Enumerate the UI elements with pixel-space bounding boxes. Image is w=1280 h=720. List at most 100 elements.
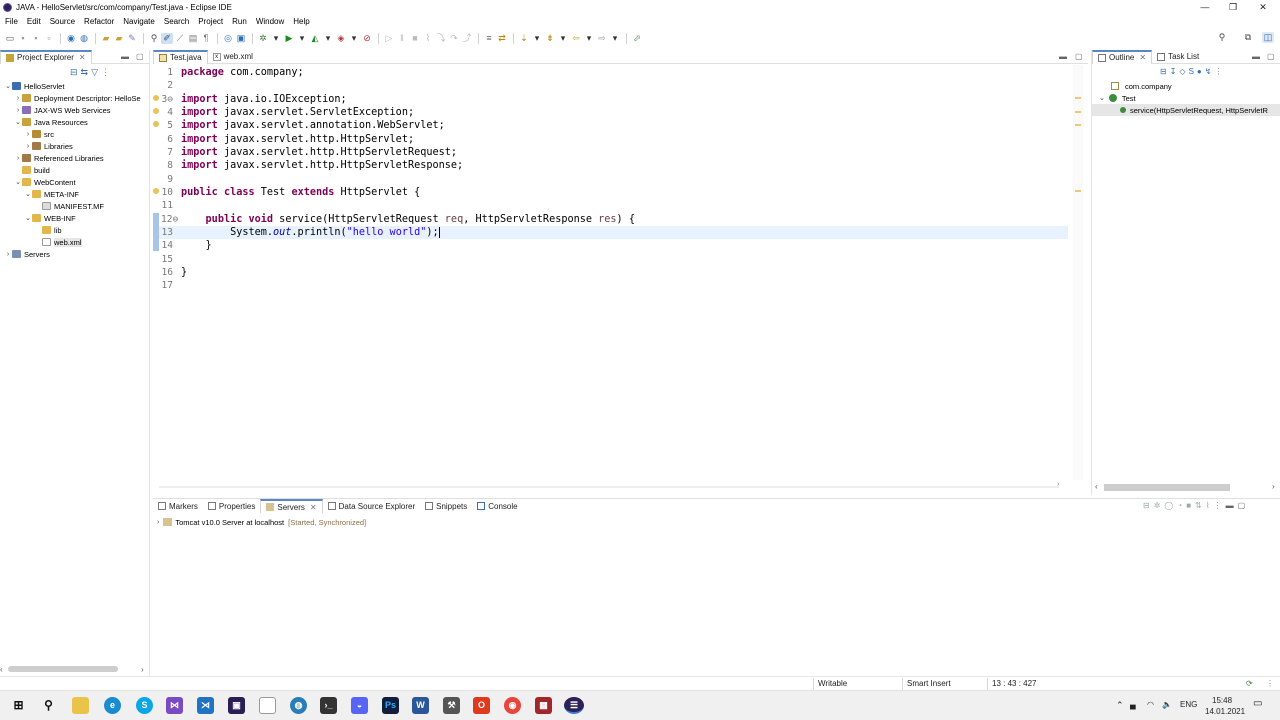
maximize-button[interactable]: ❐ [1218, 0, 1248, 15]
tab-snippets[interactable]: Snippets [420, 499, 472, 513]
menu-project[interactable]: Project [198, 17, 223, 26]
start-server-icon[interactable]: ◯ [1164, 501, 1177, 510]
menu-help[interactable]: Help [293, 17, 309, 26]
open-task-icon[interactable]: ✎ [126, 33, 138, 44]
skype-icon[interactable]: S [136, 697, 153, 714]
minimize-button[interactable]: — [1190, 0, 1220, 15]
stop-server-icon[interactable]: ■ [1186, 501, 1195, 510]
code-editor[interactable]: 1 package com.company; 2 3⊖ import java.io… [153, 65, 1073, 480]
perspective-icon[interactable]: ⧉ [1242, 32, 1254, 43]
tree-item[interactable]: ⌄ HelloServlet [0, 80, 150, 92]
warning-mark[interactable] [1075, 124, 1081, 126]
suspend-icon[interactable]: ‖ [396, 33, 408, 44]
chrome-icon[interactable]: ◉ [504, 697, 521, 714]
scroll-left-icon[interactable]: ‹ [1095, 482, 1098, 491]
warning-marker-icon[interactable] [153, 108, 159, 114]
external-tools-icon[interactable]: ◈ [335, 33, 347, 44]
save-all-icon[interactable]: ▪ [30, 33, 42, 44]
tree-item[interactable]: ⌄ META-INF [0, 188, 150, 200]
link-editor-icon[interactable]: ⇆ [81, 67, 92, 77]
scroll-left-icon[interactable]: ‹ [0, 665, 3, 674]
scroll-right-icon[interactable]: › [1057, 481, 1059, 488]
tab-web-xml[interactable]: x web.xml [208, 50, 258, 64]
new-server-icon[interactable]: ◉ [65, 33, 77, 44]
tree-item[interactable]: › Servers [0, 248, 150, 260]
notepad-icon[interactable] [259, 697, 276, 714]
chevron-down-icon[interactable]: ⌄ [4, 82, 12, 90]
search-icon[interactable]: ⚲ [1216, 32, 1228, 43]
menu-run[interactable]: Run [232, 17, 247, 26]
tree-item[interactable]: › JAX-WS Web Services [0, 104, 150, 116]
volume-icon[interactable]: 🔈 [1162, 700, 1172, 709]
publish-icon[interactable]: ⇅ [1195, 501, 1206, 510]
windows-start-icon[interactable]: ⊞ [10, 697, 27, 714]
block-select-icon[interactable]: ⟋ [174, 33, 186, 44]
step-into-icon[interactable]: ⤵ [435, 33, 447, 44]
tab-console[interactable]: Console [472, 499, 522, 513]
chevron-right-icon[interactable]: › [14, 107, 22, 114]
notifications-icon[interactable]: ▭ [1253, 698, 1262, 709]
chevron-right-icon[interactable]: › [24, 131, 32, 138]
dropdown-icon[interactable]: ▾ [531, 33, 543, 44]
office-icon[interactable]: O [473, 697, 490, 714]
word-icon[interactable]: W [412, 697, 429, 714]
terminate-icon[interactable]: ■ [409, 33, 421, 44]
new-icon[interactable]: ▭ [4, 33, 16, 44]
pin-editor-icon[interactable]: ⇣ [518, 33, 530, 44]
open-folder-icon[interactable]: ▰ [113, 33, 125, 44]
server-row[interactable]: › Tomcat v10.0 Server at localhost [Star… [157, 516, 366, 528]
warning-marker-icon[interactable] [153, 95, 159, 101]
show-whitespace-icon[interactable]: ¶ [200, 33, 212, 44]
toggle-highlight-icon[interactable]: ✐ [161, 32, 173, 44]
tab-servers[interactable]: Servers ✕ [260, 499, 323, 513]
coverage-icon[interactable]: ◭ [309, 33, 321, 44]
chevron-down-icon[interactable]: ⌄ [24, 214, 32, 222]
tree-item[interactable]: › src [0, 128, 150, 140]
dropdown-icon[interactable]: ▾ [322, 33, 334, 44]
collapse-icon[interactable]: ⊟ [1143, 501, 1154, 510]
network-app-icon[interactable]: ◍ [290, 697, 307, 714]
hide-local-icon[interactable]: ↯ [1205, 67, 1215, 76]
deploy-icon[interactable]: ▣ [235, 33, 247, 44]
tab-properties[interactable]: Properties [203, 499, 260, 513]
chevron-down-icon[interactable]: ⌄ [14, 178, 22, 186]
next-annotation-icon[interactable]: ≡ [483, 33, 495, 44]
step-over-icon[interactable]: ↷ [448, 33, 460, 44]
chevron-right-icon[interactable]: › [14, 155, 22, 162]
editor-horizontal-scrollbar[interactable] [159, 486, 1059, 488]
save-icon[interactable]: ▪ [17, 33, 29, 44]
minimize-view-icon[interactable]: ▬ [1226, 501, 1238, 510]
menu-source[interactable]: Source [50, 17, 75, 26]
tree-item[interactable]: › Deployment Descriptor: HelloSe [0, 92, 150, 104]
menu-window[interactable]: Window [256, 17, 284, 26]
close-button[interactable]: ✕ [1248, 0, 1278, 15]
tree-item[interactable]: web.xml [0, 236, 150, 248]
discord-icon[interactable]: ◒ [351, 697, 368, 714]
outline-item[interactable]: ⌄ Test [1092, 92, 1280, 104]
close-icon[interactable]: ✕ [1139, 53, 1146, 62]
chevron-down-icon[interactable]: ⌄ [14, 118, 22, 126]
forward-icon[interactable]: ⇨ [596, 33, 608, 44]
chevron-right-icon[interactable]: › [14, 95, 22, 102]
dropdown-icon[interactable]: ▾ [557, 33, 569, 44]
chevron-down-icon[interactable]: ⌄ [1099, 94, 1105, 102]
photoshop-icon[interactable]: Ps [382, 697, 399, 714]
menu-refactor[interactable]: Refactor [84, 17, 114, 26]
outline-item[interactable]: com.company [1092, 80, 1280, 92]
view-menu-icon[interactable]: ⋮ [1214, 501, 1226, 510]
disconnect-icon[interactable]: ⌇ [422, 33, 434, 44]
tree-item[interactable]: ⌄ WEB-INF [0, 212, 150, 224]
wifi-icon[interactable]: ◠ [1147, 700, 1154, 709]
warning-mark[interactable] [1075, 190, 1081, 192]
sort-icon[interactable]: ↧ [1170, 67, 1180, 76]
menu-search[interactable]: Search [164, 17, 189, 26]
word-wrap-icon[interactable]: ▤ [187, 33, 199, 44]
disconnect-icon[interactable]: ⌇ [1206, 501, 1214, 510]
tree-item[interactable]: lib [0, 224, 150, 236]
tab-data-source-explorer[interactable]: Data Source Explorer [323, 499, 420, 513]
debug-server-icon[interactable]: ✲ [1154, 501, 1165, 510]
minimize-view-icon[interactable]: ▬ [1252, 52, 1260, 61]
menu-file[interactable]: File [5, 17, 18, 26]
web-browser-icon[interactable]: ◎ [222, 33, 234, 44]
chevron-right-icon[interactable]: › [157, 519, 159, 526]
